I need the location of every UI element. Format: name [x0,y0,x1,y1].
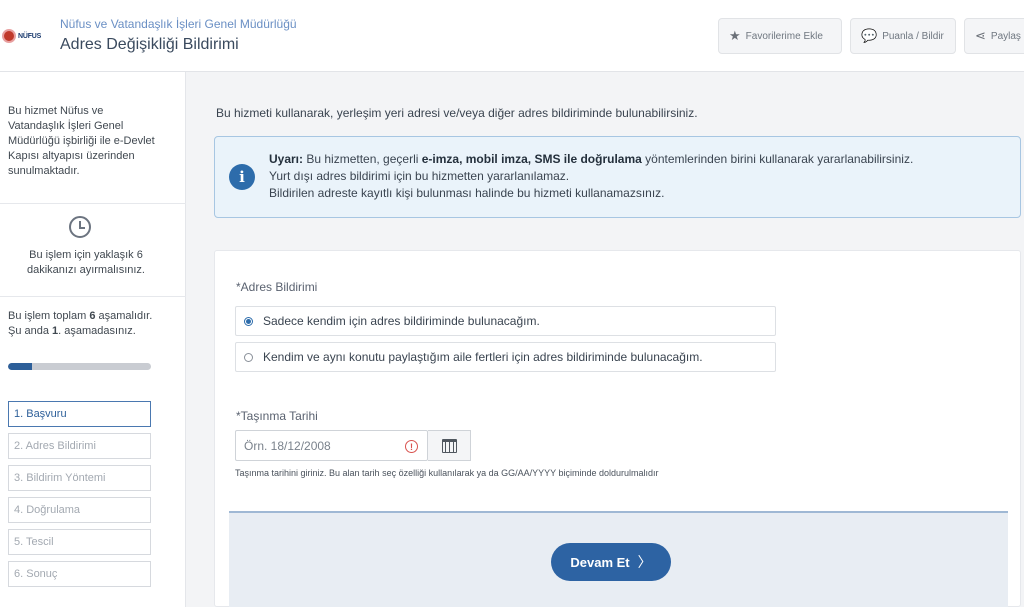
moving-date-input[interactable]: Örn. 18/12/2008 [235,430,428,461]
estimated-time: Bu işlem için yaklaşık 6 dakikanızı ayır… [27,249,145,276]
rate-report-button[interactable]: 💬 Puanla / Bildir [850,18,956,54]
calendar-icon [441,438,457,453]
continue-button[interactable]: Devam Et 〉 [551,543,671,581]
step-status: Bu işlem toplam 6 aşamalıdır. Şu anda 1.… [8,309,158,339]
alert-methods: e-imza, mobil imza, SMS ile doğrulama [421,152,642,166]
page-header: NÜFUS Nüfus ve Vatandaşlık İşleri Genel … [0,0,1024,72]
rate-report-label: Puanla / Bildir [882,30,944,42]
step-adres-bildirimi: 2. Adres Bildirimi [8,433,151,459]
alert-line: Yurt dışı adres bildirimi için bu hizmet… [269,169,570,183]
comment-icon: 💬 [861,28,878,43]
service-title: Adres Değişikliği Bildirimi [60,36,239,53]
seal-icon [2,29,16,43]
alert-label: Uyarı: [269,152,304,166]
divider [0,296,186,297]
date-picker-button[interactable] [428,430,471,461]
info-icon: i [229,164,255,190]
step-status-text: Bu işlem toplam [8,310,90,322]
option-self-only[interactable]: Sadece kendim için adres bildiriminde bu… [235,306,776,336]
option-label: Sadece kendim için adres bildiriminde bu… [263,314,540,328]
tasinma-tarihi-label: *Taşınma Tarihi [236,409,318,423]
radio-unselected[interactable] [244,352,253,362]
option-label: Kendim ve aynı konutu paylaştığım aile f… [263,350,703,364]
service-provider-info: Bu hizmet Nüfus ve Vatandaşlık İşleri Ge… [8,105,155,177]
alert-text: Uyarı: Bu hizmetten, geçerli e-imza, mob… [269,151,913,202]
sidebar: Bu hizmet Nüfus ve Vatandaşlık İşleri Ge… [0,72,186,607]
star-icon: ★ [729,28,741,43]
alert-line: Bildirilen adreste kayıtlı kişi bulunmas… [269,186,665,200]
alert-line: Bu hizmetten, geçerli [303,152,422,166]
organization-name[interactable]: Nüfus ve Vatandaşlık İşleri Genel Müdürl… [60,17,297,31]
service-description: Bu hizmeti kullanarak, yerleşim yeri adr… [216,106,698,120]
add-favorites-button[interactable]: ★ Favorilerime Ekle [718,18,842,54]
share-label: Paylaş [990,30,1021,42]
step-sonuc: 6. Sonuç [8,561,151,587]
share-button[interactable]: ⋖ Paylaş [964,18,1024,54]
warning-alert: i Uyarı: Bu hizmetten, geçerli e-imza, m… [214,136,1021,218]
option-with-family[interactable]: Kendim ve aynı konutu paylaştığım aile f… [235,342,776,372]
adres-bildirimi-label: *Adres Bildirimi [236,280,318,294]
date-hint: Taşınma tarihini giriniz. Bu alan tarih … [235,468,659,478]
clock-icon [69,216,91,238]
share-icon: ⋖ [975,28,986,43]
step-tescil: 5. Tescil [8,529,151,555]
alert-line: yöntemlerinden birini kullanarak yararla… [641,152,914,166]
divider [0,203,186,204]
address-form: *Adres Bildirimi Sadece kendim için adre… [214,250,1021,607]
radio-selected[interactable] [244,316,253,326]
step-basvuru[interactable]: 1. Başvuru [8,401,151,427]
add-favorites-label: Favorilerime Ekle [745,30,823,42]
error-icon: ! [405,440,418,453]
continue-label: Devam Et [570,554,630,570]
progress-fill [8,363,33,370]
logo-text: NÜFUS [18,32,42,40]
progress-bar [8,363,151,370]
step-status-text: . aşamadasınız. [58,325,136,337]
step-dogrulama: 4. Doğrulama [8,497,151,523]
chevron-right-icon: 〉 [637,554,652,570]
step-bildirim-yontemi: 3. Bildirim Yöntemi [8,465,151,491]
nvi-logo[interactable]: NÜFUS [2,27,54,45]
form-actions: Devam Et 〉 [229,511,1008,607]
